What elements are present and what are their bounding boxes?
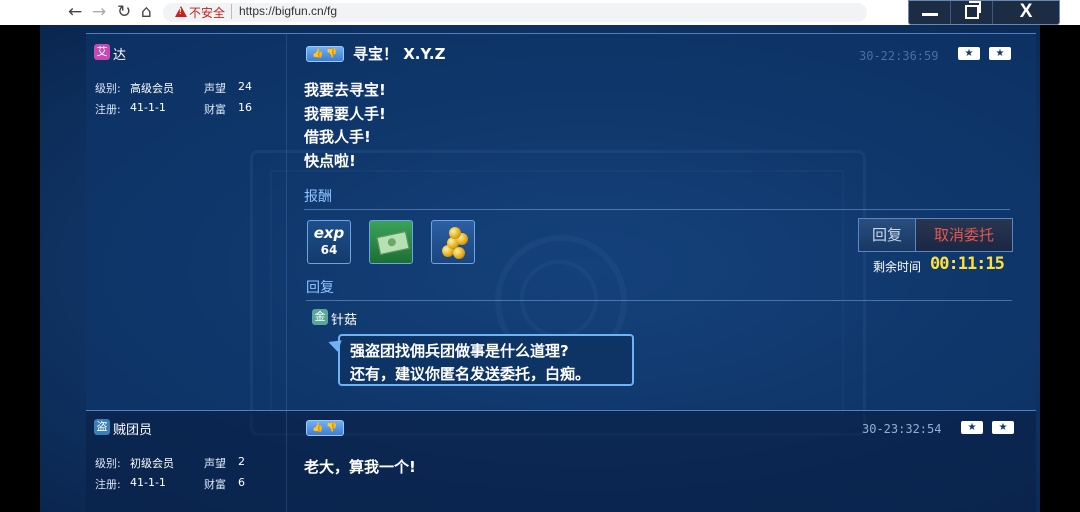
- level-label: 级别:: [95, 82, 121, 95]
- wealth-value: 6: [238, 476, 245, 489]
- star-button[interactable]: ★: [961, 421, 983, 434]
- level-value: 初级会员: [130, 457, 174, 470]
- money-icon[interactable]: [369, 220, 413, 264]
- level-label: 级别:: [95, 457, 121, 470]
- post-2: 盗 贼团员 级别: 初级会员 声望 2 注册: 41-1-1 财富 6 👍 👎 …: [86, 410, 1036, 512]
- post-body-line: 快点啦!: [304, 152, 356, 170]
- back-arrow-icon[interactable]: ←: [68, 2, 82, 22]
- star-button[interactable]: ★: [992, 421, 1014, 434]
- restore-icon: [964, 0, 981, 19]
- like-dislike-button[interactable]: 👍 👎: [306, 46, 344, 62]
- game-viewport: 艾 达 级别: 高级会员 声望 24 注册: 41-1-1 财富 16 👍 👎 …: [40, 25, 1040, 512]
- author-info: 盗 贼团员 级别: 初级会员 声望 2 注册: 41-1-1 财富 6: [86, 411, 287, 512]
- replies-label: 回复: [306, 280, 334, 296]
- author-info: 艾 达 级别: 高级会员 声望 24 注册: 41-1-1 财富 16: [86, 34, 287, 414]
- wealth-label: 财富: [204, 103, 226, 116]
- bill-shape: [376, 231, 410, 255]
- post-body-line: 老大，算我一个!: [304, 458, 416, 476]
- post-actions: 回复 取消委托: [858, 218, 1013, 252]
- gold-coins-icon[interactable]: [431, 220, 475, 264]
- post-body-line: 我需要人手!: [304, 105, 386, 123]
- author-name[interactable]: 达: [113, 44, 126, 63]
- reputation-label: 声望: [204, 457, 226, 470]
- post-body-line: 借我人手!: [304, 128, 371, 146]
- reply-line: 强盗团找佣兵团做事是什么道理?: [350, 342, 569, 360]
- cancel-commission-button[interactable]: 取消委托: [916, 219, 1012, 251]
- level-value: 高级会员: [130, 82, 174, 95]
- url-text[interactable]: https://bigfun.cn/fg: [239, 4, 337, 18]
- register-value: 41-1-1: [130, 476, 166, 489]
- warning-icon: [175, 6, 187, 17]
- reply-author-name[interactable]: 针菇: [331, 309, 357, 328]
- role-badge: 艾: [94, 44, 110, 60]
- reward-divider: [304, 209, 1010, 210]
- exp-value: 64: [320, 243, 338, 257]
- reload-icon[interactable]: ↻: [117, 2, 131, 22]
- reply-bubble: 强盗团找佣兵团做事是什么道理? 还有，建议你匿名发送委托，白痴。: [338, 334, 634, 386]
- replies-divider: [306, 300, 1012, 301]
- close-button[interactable]: X: [993, 1, 1059, 24]
- coin: [453, 247, 465, 259]
- register-label: 注册:: [95, 103, 121, 116]
- post-title: 寻宝！ X.Y.Z: [353, 45, 446, 63]
- reputation-value: 2: [238, 455, 245, 468]
- register-label: 注册:: [95, 478, 121, 491]
- remaining-time-label: 剩余时间: [873, 260, 922, 274]
- author-name[interactable]: 贼团员: [113, 419, 152, 438]
- reply-button[interactable]: 回复: [859, 219, 916, 251]
- post-timestamp: 30-23:32:54: [862, 422, 942, 436]
- like-dislike-button[interactable]: 👍 👎: [306, 420, 344, 436]
- coin: [449, 227, 461, 239]
- letterbox-left: [0, 25, 40, 512]
- reputation-label: 声望: [204, 82, 226, 95]
- post-timestamp: 30-22:36:59: [859, 49, 939, 63]
- forward-arrow-icon[interactable]: →: [92, 2, 106, 22]
- reputation-value: 24: [238, 80, 252, 93]
- home-icon[interactable]: ⌂: [141, 2, 152, 22]
- window-controls: X: [908, 0, 1060, 25]
- reply-role-badge: 金: [312, 309, 328, 325]
- role-badge: 盗: [94, 419, 110, 435]
- restore-button[interactable]: [951, 0, 994, 24]
- post-body-line: 我要去寻宝!: [304, 81, 386, 99]
- register-value: 41-1-1: [130, 101, 166, 114]
- remaining-time-value: 00:11:15: [930, 254, 1005, 274]
- minimize-button[interactable]: [909, 1, 952, 24]
- reward-label: 报酬: [304, 189, 332, 205]
- url-divider: [231, 4, 232, 19]
- reply-line: 还有，建议你匿名发送委托，白痴。: [350, 365, 591, 383]
- address-bar[interactable]: 不安全 https://bigfun.cn/fg: [163, 3, 867, 22]
- star-button[interactable]: ★: [958, 47, 980, 60]
- star-button[interactable]: ★: [989, 47, 1011, 60]
- letterbox-right: [1040, 25, 1080, 512]
- security-status[interactable]: 不安全: [189, 4, 225, 21]
- exp-icon[interactable]: exp 64: [307, 220, 351, 264]
- minimize-icon: [921, 13, 938, 17]
- wealth-label: 财富: [204, 478, 226, 491]
- exp-word: exp: [313, 224, 345, 242]
- wealth-value: 16: [238, 101, 252, 114]
